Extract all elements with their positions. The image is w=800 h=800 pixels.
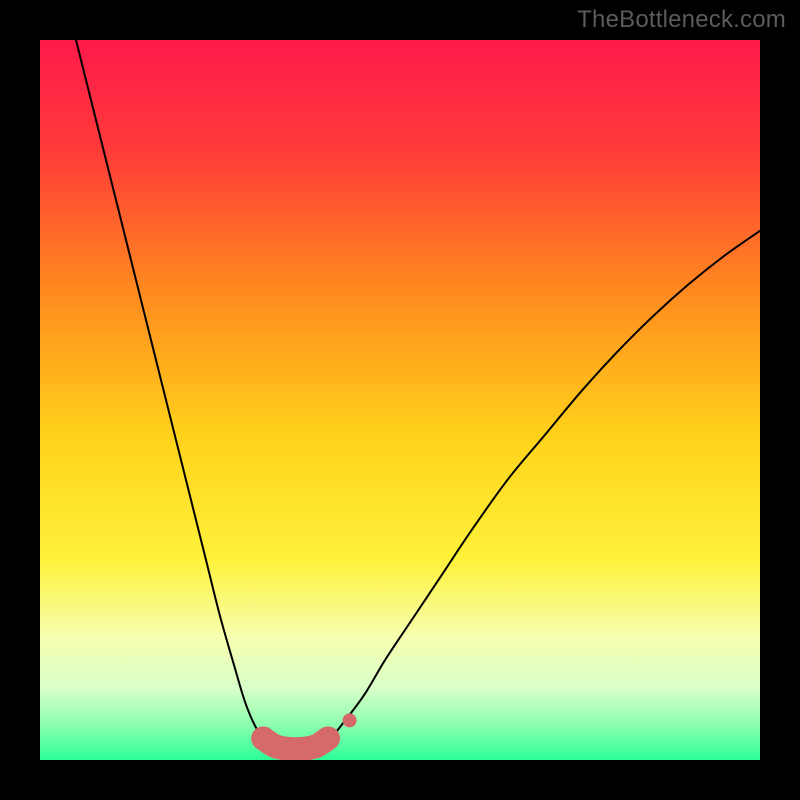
chart-frame: TheBottleneck.com <box>0 0 800 800</box>
floor-band <box>263 738 328 749</box>
plot-area <box>40 40 760 760</box>
right-curve <box>328 231 760 742</box>
curves-layer <box>40 40 760 760</box>
floor-band-dot <box>343 713 357 727</box>
left-curve <box>76 40 267 742</box>
watermark-text: TheBottleneck.com <box>577 6 786 34</box>
